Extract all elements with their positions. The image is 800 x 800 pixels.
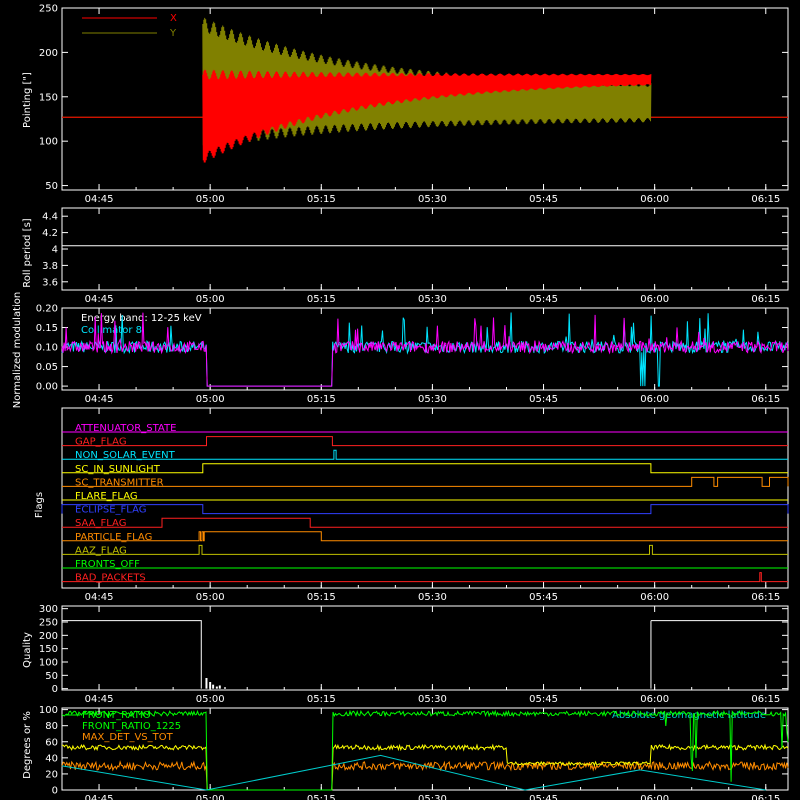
quality-ylabel: Quality	[22, 632, 33, 668]
y-tick-label: 4.4	[42, 212, 58, 223]
y-tick-label: 4	[52, 245, 58, 256]
y-tick-label: 200	[39, 48, 58, 59]
y-tick-label: 0.10	[36, 343, 58, 354]
y-tick-label: 0	[52, 786, 58, 797]
legend-front-ratio-1225: FRONT_RATIO_1225	[82, 721, 181, 732]
y-tick-label: 80	[45, 721, 58, 732]
x-tick-label: 04:45	[85, 294, 114, 305]
y-tick-label: 0.15	[36, 323, 58, 334]
y-tick-label: 20	[45, 769, 58, 780]
y-tick-label: 50	[45, 671, 58, 682]
x-tick-label: 05:30	[418, 394, 447, 405]
ratios-ylabel: Degrees or %	[22, 711, 33, 779]
legend-x-label: X	[170, 13, 177, 24]
x-tick-label: 05:45	[529, 592, 558, 603]
y-tick-label: 0.20	[36, 304, 58, 315]
x-tick-label: 05:00	[196, 794, 225, 800]
flag-label: ATTENUATOR_STATE	[75, 423, 176, 434]
modulation-ylabel: Normalized modulation	[12, 292, 23, 409]
flag-label: SAA_FLAG	[75, 518, 126, 529]
x-tick-label: 06:15	[751, 694, 780, 705]
y-tick-label: 100	[39, 658, 58, 669]
x-tick-label: 05:00	[196, 194, 225, 205]
y-tick-label: 0.05	[36, 362, 58, 373]
flag-label: FRONTS_OFF	[75, 559, 140, 570]
x-tick-label: 06:00	[640, 394, 669, 405]
x-tick-label: 05:00	[196, 294, 225, 305]
x-tick-label: 06:00	[640, 592, 669, 603]
y-tick-label: 100	[39, 705, 58, 716]
x-tick-label: 05:00	[196, 394, 225, 405]
y-tick-label: 3.8	[42, 261, 58, 272]
x-tick-label: 05:45	[529, 694, 558, 705]
flag-label: SC_IN_SUNLIGHT	[75, 464, 161, 475]
x-tick-label: 05:00	[196, 694, 225, 705]
x-tick-label: 05:15	[307, 592, 336, 603]
x-tick-label: 06:15	[751, 592, 780, 603]
y-tick-label: 250	[39, 4, 58, 15]
legend-latitude: Absolute geomagnetic latitude	[612, 710, 766, 721]
x-tick-label: 05:45	[529, 194, 558, 205]
x-tick-label: 05:30	[418, 694, 447, 705]
x-tick-label: 05:45	[529, 394, 558, 405]
x-tick-label: 06:15	[751, 194, 780, 205]
energy-band-annotation: Energy band: 12-25 keV	[81, 313, 202, 324]
x-tick-label: 05:30	[418, 592, 447, 603]
flag-label: FLARE_FLAG	[75, 491, 138, 502]
flags-ylabel: Flags	[34, 492, 45, 518]
x-tick-label: 05:30	[418, 794, 447, 800]
x-tick-label: 06:15	[751, 294, 780, 305]
legend-y-label: Y	[169, 28, 177, 39]
flag-label: AAZ_FLAG	[75, 545, 127, 556]
y-tick-label: 60	[45, 737, 58, 748]
x-tick-label: 04:45	[85, 394, 114, 405]
collimator-annotation: Collimator 8	[81, 325, 142, 336]
flag-label: SC_TRANSMITTER	[75, 477, 164, 488]
x-tick-label: 05:30	[418, 294, 447, 305]
y-tick-label: 300	[39, 604, 58, 615]
y-tick-label: 250	[39, 618, 58, 629]
x-tick-label: 06:15	[751, 794, 780, 800]
modulation-ylabel-line: Normalized modulation	[12, 292, 23, 409]
flag-label: NON_SOLAR_EVENT	[75, 450, 176, 461]
y-tick-label: 3.6	[42, 277, 58, 288]
flag-label: GAP_FLAG	[75, 437, 127, 448]
x-tick-label: 06:00	[640, 694, 669, 705]
x-tick-label: 04:45	[85, 694, 114, 705]
x-tick-label: 04:45	[85, 592, 114, 603]
x-tick-label: 05:15	[307, 294, 336, 305]
y-tick-label: 40	[45, 753, 58, 764]
flag-label: PARTICLE_FLAG	[75, 532, 152, 543]
quicklook-chart: X Y Pointing ["] 04:45 05:00 05:15 05:30 05:…	[0, 0, 800, 800]
y-tick-label: 150	[39, 644, 58, 655]
legend-max-det: MAX_DET_VS_TOT	[82, 732, 174, 743]
x-tick-label: 05:15	[307, 694, 336, 705]
y-tick-label: 100	[39, 137, 58, 148]
x-tick-label: 05:15	[307, 394, 336, 405]
y-tick-label: 150	[39, 92, 58, 103]
x-tick-label: 05:15	[307, 794, 336, 800]
x-tick-label: 04:45	[85, 194, 114, 205]
x-tick-label: 05:00	[196, 592, 225, 603]
x-tick-label: 06:00	[640, 294, 669, 305]
y-tick-label: 0.00	[36, 382, 58, 393]
pointing-ylabel: Pointing ["]	[22, 72, 33, 128]
x-tick-label: 05:45	[529, 294, 558, 305]
x-tick-label: 05:30	[418, 194, 447, 205]
x-tick-label: 05:15	[307, 194, 336, 205]
y-tick-label: 0	[52, 684, 58, 695]
x-tick-label: 05:45	[529, 794, 558, 800]
y-tick-label: 50	[45, 181, 58, 192]
x-tick-label: 06:15	[751, 394, 780, 405]
x-tick-label: 06:00	[640, 794, 669, 800]
flag-label: ECLIPSE_FLAG	[75, 505, 146, 516]
x-tick-label: 04:45	[85, 794, 114, 800]
x-tick-label: 06:00	[640, 194, 669, 205]
flag-label: BAD_PACKETS	[75, 573, 146, 584]
roll-period-ylabel: Roll period [s]	[22, 218, 33, 287]
y-tick-label: 200	[39, 631, 58, 642]
y-tick-label: 4.2	[42, 228, 58, 239]
